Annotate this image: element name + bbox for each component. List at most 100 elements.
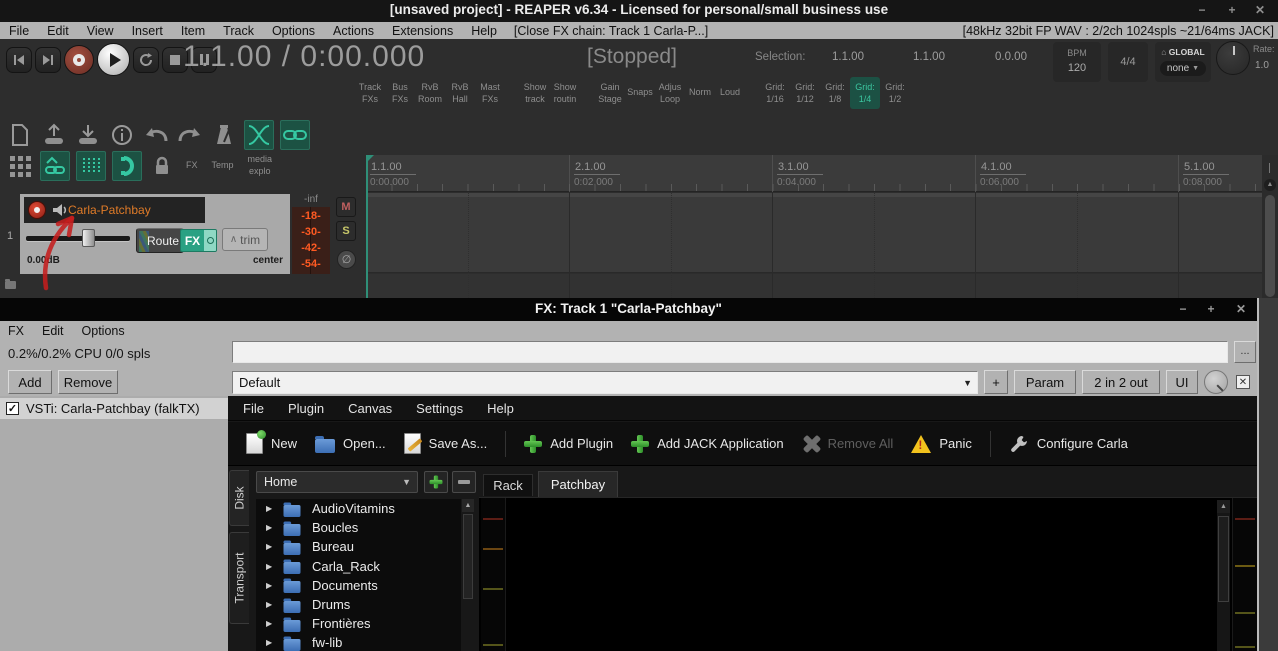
toolbar-grid-1-8[interactable]: Grid: 1/8: [820, 77, 850, 109]
carla-tab-rack[interactable]: Rack: [483, 474, 533, 496]
carla-configure-button[interactable]: Configure Carla: [1009, 434, 1128, 454]
redo-button[interactable]: [176, 121, 204, 149]
solo-button[interactable]: S: [336, 221, 356, 241]
carla-panic-button[interactable]: Panic: [911, 434, 972, 453]
carla-side-tab-disk[interactable]: Disk: [229, 470, 249, 526]
tree-item-fw-lib[interactable]: ▶ fw-lib: [256, 633, 461, 651]
volume-slider[interactable]: [26, 229, 130, 247]
fx-enable-checkbox[interactable]: ✕: [1236, 375, 1250, 389]
carla-add-plugin-button[interactable]: Add Plugin: [524, 434, 613, 453]
carla-menu-settings[interactable]: Settings: [416, 401, 463, 416]
bpm-box[interactable]: BPM 120: [1053, 42, 1101, 82]
fx-menu-edit[interactable]: Edit: [42, 324, 64, 338]
global-automation-dropdown[interactable]: none ▼: [1160, 61, 1206, 76]
fx-add-button[interactable]: Add: [8, 370, 52, 394]
scroll-up-button[interactable]: ▲: [1217, 500, 1230, 513]
toolbar-loud[interactable]: Loud: [715, 77, 745, 109]
carla-tab-patchbay[interactable]: Patchbay: [538, 471, 618, 497]
carla-menu-help[interactable]: Help: [487, 401, 514, 416]
window-close-button[interactable]: ✕: [1252, 3, 1268, 17]
carla-menu-file[interactable]: File: [243, 401, 264, 416]
grid-toggle[interactable]: [76, 151, 106, 181]
menu-options[interactable]: Options: [263, 24, 324, 38]
toolbar-gain-stage[interactable]: Gain Stage: [595, 77, 625, 109]
save-project-button[interactable]: [74, 121, 102, 149]
menu-help[interactable]: Help: [462, 24, 506, 38]
fx-comment-field[interactable]: [232, 341, 1228, 363]
arrange-scrollbar-thumb[interactable]: [1265, 195, 1275, 297]
fx-more-button[interactable]: ...: [1234, 341, 1256, 363]
zoom-button[interactable]: ▲: [1264, 179, 1276, 191]
time-signature-value[interactable]: 4/4: [1108, 56, 1148, 68]
fx-remove-button[interactable]: Remove: [58, 370, 118, 394]
global-automation-box[interactable]: ⌂ GLOBAL none ▼: [1155, 42, 1211, 82]
canvas-scrollbar-thumb[interactable]: [1218, 516, 1229, 602]
fx-preset-dropdown[interactable]: Default ▼: [232, 371, 978, 394]
metronome-button[interactable]: [210, 121, 238, 149]
menu-edit[interactable]: Edit: [38, 24, 78, 38]
carla-remove-location-button[interactable]: [452, 471, 476, 493]
track-fx-button[interactable]: FX: [180, 229, 217, 252]
trim-envelope-button[interactable]: ∧ trim: [222, 228, 268, 251]
carla-menu-canvas[interactable]: Canvas: [348, 401, 392, 416]
menu-extensions[interactable]: Extensions: [383, 24, 462, 38]
toolbar-track-fxs[interactable]: Track FXs: [355, 77, 385, 109]
toolbar-fx-label[interactable]: FX: [182, 160, 202, 172]
go-to-end-button[interactable]: [35, 46, 61, 73]
folder-depth-icon[interactable]: [5, 279, 16, 289]
fx-param-button[interactable]: Param: [1014, 370, 1076, 394]
project-settings-button[interactable]: [108, 121, 136, 149]
tree-scrollbar[interactable]: ▲: [462, 499, 474, 651]
toolbar-grid-1-16[interactable]: Grid: 1/16: [760, 77, 790, 109]
fx-save-preset-button[interactable]: +: [984, 370, 1008, 394]
track-meter[interactable]: -inf -18- -30- -42- -54-: [292, 194, 330, 274]
time-signature-box[interactable]: 4/4: [1108, 42, 1148, 82]
toolbar-show-track[interactable]: Show track: [520, 77, 550, 109]
rate-value[interactable]: 1.0: [1255, 60, 1269, 71]
repeat-button[interactable]: [133, 46, 159, 73]
carla-save-as-button[interactable]: Save As...: [403, 433, 487, 454]
toolbar-norm[interactable]: Norm: [685, 77, 715, 109]
toolbar-media-explorer-label[interactable]: media explo: [244, 154, 277, 177]
carla-open-button[interactable]: Open...: [315, 435, 386, 453]
timeline-ruler[interactable]: 1.1.00 0:00.000 2.1.00 0:02.000 3.1.00 0:04…: [366, 155, 1262, 192]
tree-scrollbar-thumb[interactable]: [463, 514, 473, 599]
phase-button[interactable]: ∅: [337, 250, 356, 269]
scroll-up-button[interactable]: ▲: [462, 499, 474, 512]
menu-track[interactable]: Track: [214, 24, 263, 38]
carla-side-tab-transport[interactable]: Transport: [229, 532, 249, 624]
toolbar-adjust-loop[interactable]: Adjus Loop: [655, 77, 685, 109]
play-button[interactable]: [97, 43, 130, 76]
mute-button[interactable]: M: [336, 197, 356, 217]
fx-minimize-button[interactable]: −: [1175, 302, 1191, 316]
selection-length[interactable]: 0.0.00: [995, 51, 1027, 63]
edit-cursor[interactable]: [366, 155, 368, 298]
tree-item-boucles[interactable]: ▶ Boucles: [256, 518, 461, 537]
toolbar-grid-1-4[interactable]: Grid: 1/4: [850, 77, 880, 109]
new-project-button[interactable]: [6, 121, 34, 149]
fx-wet-dry-knob[interactable]: [1204, 370, 1228, 394]
track-panel[interactable]: Carla-Patchbay Route FX ∧ trim 0.00dB ce…: [20, 194, 290, 274]
selection-end[interactable]: 1.1.00: [913, 51, 945, 63]
volume-slider-handle[interactable]: [82, 229, 95, 247]
carla-remove-all-button[interactable]: Remove All: [802, 435, 894, 453]
go-to-start-button[interactable]: [6, 46, 32, 73]
tree-item-carla-rack[interactable]: ▶ Carla_Rack: [256, 557, 461, 576]
toolbar-mast-fxs[interactable]: Mast FXs: [475, 77, 505, 109]
toolbar-rvb-hall[interactable]: RvB Hall: [445, 77, 475, 109]
envelope-link-toggle[interactable]: [40, 151, 70, 181]
toolbar-tempo-label[interactable]: Temp: [208, 160, 238, 172]
fx-chain-item[interactable]: ✓ VSTi: Carla-Patchbay (falkTX): [0, 398, 228, 419]
item-grouping-toggle[interactable]: [280, 120, 310, 150]
arrange-empty-area[interactable]: [366, 274, 1262, 298]
toolbar-grid-1-12[interactable]: Grid: 1/12: [790, 77, 820, 109]
patchbay-canvas[interactable]: ▲: [479, 497, 1257, 651]
undo-button[interactable]: [142, 121, 170, 149]
tree-item-bureau[interactable]: ▶ Bureau: [256, 537, 461, 556]
tree-item-documents[interactable]: ▶ Documents: [256, 576, 461, 595]
fx-ui-button[interactable]: UI: [1166, 370, 1198, 394]
tree-item-frontieres[interactable]: ▶ Frontières: [256, 614, 461, 633]
menu-file[interactable]: File: [0, 24, 38, 38]
window-minimize-button[interactable]: −: [1194, 3, 1210, 17]
record-monitor-icon[interactable]: [52, 203, 68, 217]
